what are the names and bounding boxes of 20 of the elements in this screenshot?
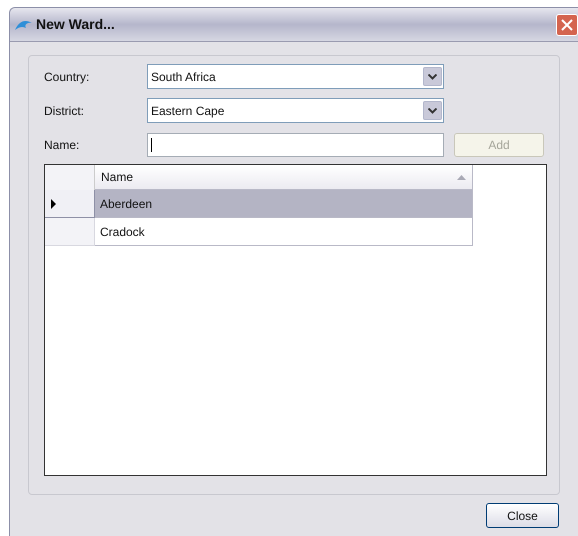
close-button[interactable] (556, 14, 578, 36)
row-header[interactable] (45, 190, 95, 218)
dropdown-button[interactable] (423, 101, 442, 120)
dropdown-button[interactable] (423, 67, 442, 86)
sort-ascending-icon (457, 174, 466, 180)
input-field[interactable] (147, 132, 444, 156)
field-label: Country: (44, 68, 90, 86)
close-dialog-button[interactable]: Close (486, 503, 559, 528)
field-label: Name: (44, 136, 80, 154)
dropdown-field[interactable]: South Africa (147, 64, 444, 89)
chevron-down-icon (428, 74, 437, 80)
column-header[interactable]: Name (95, 165, 473, 190)
table-cell[interactable]: Aberdeen (95, 190, 473, 218)
window-title: New Ward... (36, 15, 115, 34)
field-label: District: (44, 102, 85, 120)
chevron-down-icon (428, 108, 437, 114)
dropdown-field[interactable]: Eastern Cape (147, 98, 444, 123)
table-cell[interactable]: Cradock (95, 218, 473, 246)
wave-icon (15, 18, 33, 30)
close-icon (561, 18, 573, 30)
